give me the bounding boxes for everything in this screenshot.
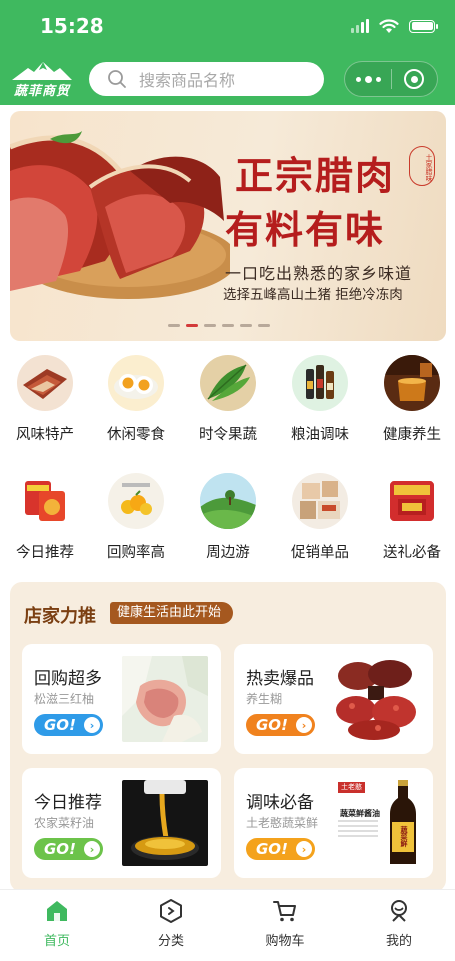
banner-dot-active[interactable]: [186, 324, 198, 327]
soy-bottle-icon: [390, 780, 416, 864]
cured-meat-image: [10, 131, 230, 299]
orange-icon: [108, 473, 164, 529]
target-icon: [404, 69, 425, 89]
category-item[interactable]: 时令果蔬: [181, 355, 275, 455]
category-item[interactable]: 周边游: [181, 473, 275, 573]
category-icon: [160, 899, 182, 923]
status-time: 15:28: [40, 14, 104, 38]
banner-pagination: [168, 324, 270, 327]
go-button[interactable]: GO! ›: [34, 714, 103, 736]
tab-category[interactable]: 分类: [114, 890, 228, 961]
go-button[interactable]: GO! ›: [246, 838, 315, 860]
home-icon: [47, 901, 67, 921]
category-item[interactable]: 回购率高: [89, 473, 183, 573]
battery-icon: [409, 19, 438, 33]
snack-pack-icon: [17, 473, 73, 529]
search-input[interactable]: 搜索商品名称: [89, 62, 324, 96]
soy-sauce-image: 土老憨 蔬菜鲜酱油 蔬菜鲜: [334, 780, 420, 866]
search-placeholder: 搜索商品名称: [139, 71, 236, 90]
landscape-icon: [200, 473, 256, 529]
banner-title-line2: 有料有味: [225, 207, 386, 252]
shop-title: 店家力推: [24, 606, 96, 627]
banner-subtitle-line1: 一口吃出熟悉的家乡味道: [225, 264, 413, 283]
pomelo-image: [122, 656, 208, 742]
tab-home[interactable]: 首页: [0, 890, 114, 961]
product-card[interactable]: 调味必备 土老憨蔬菜鲜 GO! › 土老憨 蔬菜鲜酱油 蔬菜鲜: [234, 768, 433, 878]
category-item[interactable]: 休闲零食: [89, 355, 183, 455]
tab-profile[interactable]: 我的: [342, 890, 455, 961]
category-item[interactable]: 风味特产: [0, 355, 92, 455]
red-beans-image: [334, 656, 420, 742]
banner-dot[interactable]: [222, 324, 234, 327]
tab-bar: 首页 分类 购物车 我的: [0, 889, 455, 961]
soy-bottle-label: 蔬菜鲜: [400, 826, 408, 847]
rapeseed-oil-image: [122, 780, 208, 866]
status-icons: [351, 18, 438, 34]
cured-meat-icon: [17, 355, 73, 411]
banner-dot[interactable]: [240, 324, 252, 327]
shop-recommend-section: 店家力推 健康生活由此开始 回购超多 松滋三红柚 GO! › 热卖爆品 养生糊 …: [10, 582, 446, 892]
search-icon: [108, 70, 126, 88]
honey-icon: [384, 355, 440, 411]
signal-icon: [351, 19, 369, 33]
arrow-right-icon: ›: [84, 841, 100, 857]
promo-banner[interactable]: 正宗腊肉 土家腊味 有料有味 一口吃出熟悉的家乡味道 选择五峰高山土猪 拒绝冷冻…: [10, 111, 446, 341]
mini-program-capsule: [344, 61, 438, 97]
shop-tag: 健康生活由此开始: [110, 602, 234, 624]
arrow-right-icon: ›: [296, 841, 312, 857]
banner-dot[interactable]: [168, 324, 180, 327]
oil-bottles-icon: [292, 355, 348, 411]
category-item[interactable]: 促销单品: [273, 473, 367, 573]
category-item[interactable]: 今日推荐: [0, 473, 92, 573]
gift-box-icon: [292, 473, 348, 529]
profile-icon: [391, 900, 407, 922]
tab-cart[interactable]: 购物车: [228, 890, 342, 961]
more-icon[interactable]: [345, 62, 391, 96]
banner-dot[interactable]: [258, 324, 270, 327]
go-button[interactable]: GO! ›: [34, 838, 103, 860]
product-card[interactable]: 今日推荐 农家菜籽油 GO! ›: [22, 768, 221, 878]
soy-product-label: 蔬菜鲜酱油: [340, 809, 380, 818]
wifi-icon: [379, 19, 399, 33]
category-item[interactable]: 粮油调味: [273, 355, 367, 455]
product-card[interactable]: 回购超多 松滋三红柚 GO! ›: [22, 644, 221, 754]
gift-bag-icon: [384, 473, 440, 529]
product-card[interactable]: 热卖爆品 养生糊 GO! ›: [234, 644, 433, 754]
arrow-right-icon: ›: [84, 717, 100, 733]
header: 15:28 蔬菲商贸 搜索商品名称: [0, 0, 455, 105]
close-mini-program-button[interactable]: [392, 62, 437, 96]
banner-seal: 土家腊味: [409, 146, 435, 186]
logo-text: 蔬菲商贸: [13, 84, 70, 99]
vegetable-icon: [200, 355, 256, 411]
category-item[interactable]: 健康养生: [365, 355, 455, 455]
banner-dot[interactable]: [204, 324, 216, 327]
cart-icon: [273, 901, 296, 922]
arrow-right-icon: ›: [296, 717, 312, 733]
category-item[interactable]: 送礼必备: [365, 473, 455, 573]
go-button[interactable]: GO! ›: [246, 714, 315, 736]
banner-title-line1: 正宗腊肉: [235, 153, 396, 198]
soy-brand-badge: 土老憨: [338, 782, 365, 793]
banner-subtitle-line2: 选择五峰高山土猪 拒绝冷冻肉: [223, 287, 403, 303]
salted-egg-icon: [108, 355, 164, 411]
